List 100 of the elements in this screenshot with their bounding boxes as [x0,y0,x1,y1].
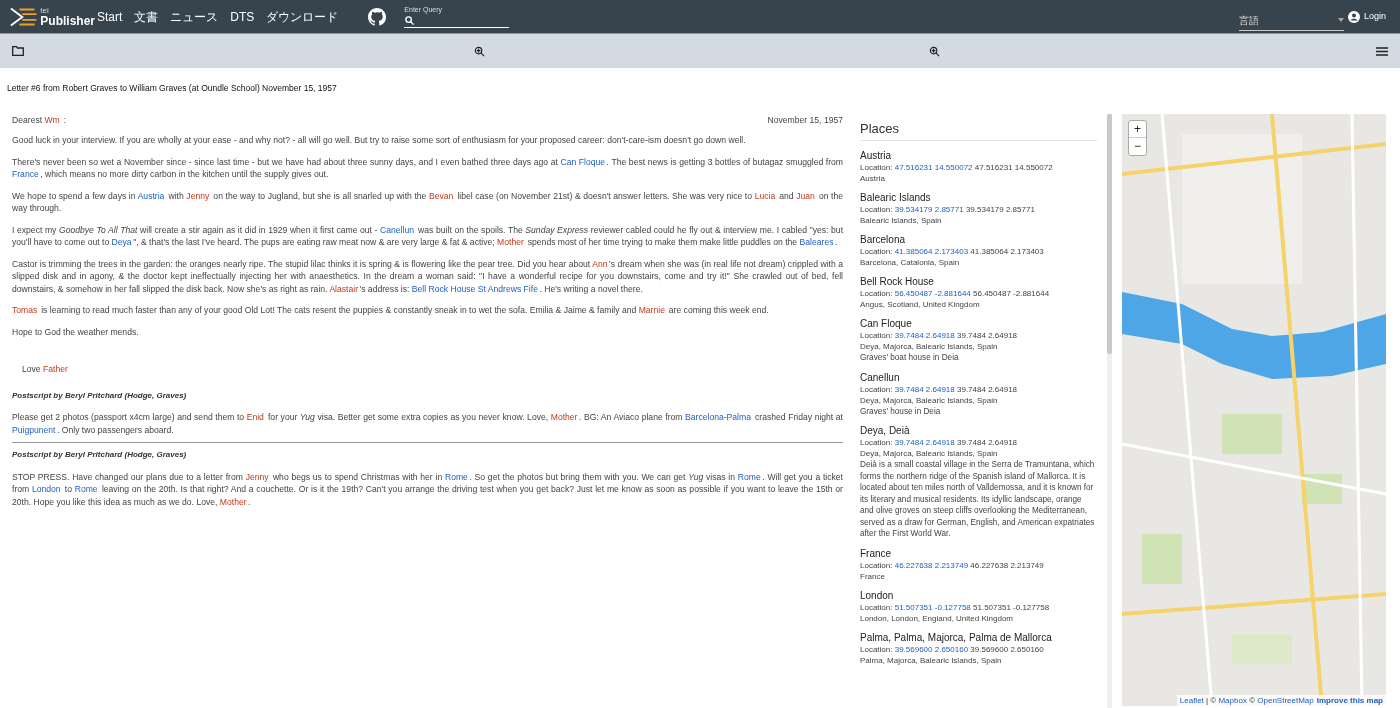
nav-link[interactable]: DTS [230,7,255,26]
person-link[interactable]: Mother [497,237,524,248]
nav-link[interactable]: ニュース [170,7,219,26]
logo-text: Publisher [40,14,95,27]
place-description: Deià is a small coastal village in the Serra de Tramuntana, which forms the northern ridge of the Spanish island of Mallorca. It is located about ten miles north of Valldemossa, and it is known for its literary and musical residents. Its idyllic landscape, orange and olive groves on steep cliffs overlooking the Mediterranean, served as a draw for German, English, and American expatriates after the First World War. [860,459,1096,540]
letter-paragraph: We hope to spend a few days in Austria with Jenny on the way to Jugland, but she is all snarled up with the Bevan libel case (on November 21st) & doesn't answer letters. She was very nice to Lucia and Juan on the way through. [12,189,843,215]
language-select[interactable]: 言語 [1238,10,1344,31]
document-title: Letter #6 from Robert Graves to William Graves (at Oundle School) November 15, 1957 [6,82,338,95]
place-location: Location: 56.450487 -2.881644 56.450487 -2.881644 [860,288,1051,300]
place-address: Deya, Majorca, Balearic Islands, Spain [860,341,999,353]
attribution-link[interactable]: Leaflet [1179,695,1204,705]
user-icon [1347,10,1360,23]
postscript-heading: Postscript by Beryl Pritchard (Hodge, Graves) [12,389,188,402]
place-link[interactable]: Baleares [799,237,834,248]
place-link[interactable]: Rome [74,484,98,495]
place-name: Palma, Palma, Majorca, Palma de Mallorca [860,630,1053,644]
letter-paragraph: Tomas is learning to read much faster than any of your good Old Lot! The cats resent the puppies & constantly sneak in to wet the sofa. Emilia & Jaime & family and Marnie are coming this week end. [12,304,770,317]
place-name: Bell Rock House [860,275,935,289]
place-link[interactable]: Austria [137,190,165,201]
place-address: London, London, England, United Kingdom [860,612,1014,624]
login-link[interactable]: Login [1363,9,1386,24]
person-link[interactable]: Marnie [638,305,665,316]
nav-link[interactable]: 文書 [134,7,159,26]
person-link[interactable]: Jenny [186,190,210,201]
salutation: Dearest Wm : [12,113,67,127]
person-link[interactable]: Father [43,364,68,375]
place-link[interactable]: Barcelona-Palma [685,412,751,423]
logo-icon [10,5,39,28]
coordinates-link[interactable]: 39.569600 2.650160 [894,644,969,654]
place-link[interactable]: Canellun [380,224,414,235]
place-name: Balearic Islands [860,191,932,205]
place-name: France [860,546,893,560]
letter-paragraph: Castor is trimming the trees in the garden: the oranges nearly ripe. The stupid lilac thinks it is spring & is flowering like the pear tree. Did you hear about Ann 's dream when she was (in real life not dream) crippled with a slipped disk and in agony, & the doctor kept ineffectually injecting her with anaesthetics. In the dream a woman said: "I have a wonderful recipe for you downstairs, come and try it!" She crawled out of bed, fell downstairs, & somehow in her fall slipped the disk back. Now she's as right as rain. Alastair 's address is: Bell Rock House St Andrews Fife . He's writing a novel there. [12,257,843,296]
attribution-text: © [1248,695,1257,705]
zoom-in-icon[interactable] [929,45,940,57]
place-link[interactable]: Can Floque [560,156,606,167]
place-location: Location: 39.7484 2.64918 39.7484 2.64918 [860,437,1019,449]
person-link[interactable]: Wm [44,114,60,125]
place-address: Austria [860,173,886,185]
place-location: Location: 51.507351 -0.127758 51.507351 -0.127758 [860,601,1051,613]
person-link[interactable]: Alastair [329,283,359,294]
attribution-link[interactable]: Mapbox [1218,695,1247,705]
place-address: Barcelona, Catalonia, Spain [860,257,961,269]
place-link[interactable]: London [31,484,61,495]
menu-icon[interactable] [1376,46,1388,56]
place-link[interactable]: Rome [444,471,468,482]
caret-icon [1337,18,1344,22]
letter-date: November 15, 1957 [767,113,843,127]
person-link[interactable]: Tomas [12,305,38,316]
folder-icon[interactable] [12,46,24,56]
github-icon[interactable] [368,7,387,26]
person-link[interactable]: Lucia [754,190,776,201]
attribution-text: | © [1205,695,1218,705]
coordinates-link[interactable]: 39.7484 2.64918 [894,384,955,394]
place-link[interactable]: France [12,169,39,180]
place-name: Canellun [860,370,901,384]
coordinates-link[interactable]: 39.7484 2.64918 [894,438,955,448]
place-link[interactable]: Puigpunent [12,424,56,435]
place-address: Balearic Islands, Spain [860,215,943,227]
coordinates-link[interactable]: 47.516231 14.550072 [894,163,973,173]
coordinates-link[interactable]: 51.507351 -0.127758 [894,602,971,612]
postscript-paragraph: STOP PRESS. Have changed our plans due to a letter from Jenny who begs us to spend Christmas with her in Rome . So get the photos but bring them with you. We can get Yug visas in Rome . Will get you a ticket from London to Rome leaving on the 20th. Is that right? And a couchette. Or is it the 19th? Can't you arrange the driving test when you get back? Just let me know as soon as possible if you want to leave the 15th or 20th. Hope you like this idea as much as we do. Love, Mother . [12,470,843,509]
coordinates-link[interactable]: 56.450487 -2.881644 [894,289,971,299]
person-link[interactable]: Mother [550,412,578,423]
place-location: Location: 39.534179 2.85771 39.534179 2.85771 [860,204,1036,216]
place-address: France [860,570,886,582]
place-link[interactable]: Rome [737,471,761,482]
scrollbar[interactable] [1107,113,1112,708]
person-link[interactable]: Enid [246,412,264,423]
person-link[interactable]: Jenny [245,471,269,482]
attribution-link[interactable]: OpenStreetMap [1257,695,1314,705]
letter-paragraph: There's never been so wet a November since - since last time - but we have had about three sunny days, and I even bathed three days ago at Can Floque . The best news is getting 3 bottles of butagaz smuggled from France , which means no more dirty carbon in the kitchen until the supply gives out. [12,155,843,181]
zoom-in-button[interactable]: + [1129,120,1146,138]
person-link[interactable]: Ann [592,258,608,269]
place-location: Location: 41.385064 2.173403 41.385064 2.173403 [860,246,1045,258]
zoom-out-button[interactable]: − [1129,137,1146,155]
coordinates-link[interactable]: 46.227638 2.213749 [894,560,969,570]
coordinates-link[interactable]: 39.7484 2.64918 [894,331,955,341]
places-heading: Places [860,118,1097,142]
map[interactable]: + − Leaflet | © Mapbox © OpenStreetMap Improve this map [1122,113,1386,706]
person-link[interactable]: Juan [796,190,815,201]
place-name: London [860,588,895,602]
search-icon [404,14,416,26]
improve-map-link[interactable]: Improve this map [1316,695,1383,705]
place-link[interactable]: Bell Rock House St Andrews Fife [411,283,538,294]
place-link[interactable]: Deya [111,237,132,248]
person-link[interactable]: Bevan [428,190,454,201]
place-description: Graves' house in Deia [860,405,942,418]
nav-link[interactable]: Start [97,7,123,26]
place-address: Palma, Majorca, Balearic Islands, Spain [860,654,1003,666]
person-link[interactable]: Mother [219,496,247,507]
nav-link[interactable]: ダウンロード [266,7,339,26]
place-location: Location: 39.569600 2.650160 39.569600 2.650160 [860,643,1045,655]
place-address: Deya, Majorca, Balearic Islands, Spain [860,448,999,460]
coordinates-link[interactable]: 39.534179 2.85771 [894,205,964,215]
letter-paragraph: Good luck in your interview. If you are wholly at your ease - and why not? - all will go well. But try to raise some sort of enthusiasm for your proposed career: don't-care-ism doesn't go down well. [12,134,747,147]
coordinates-link[interactable]: 41.385064 2.173403 [894,247,969,257]
place-address: Angus, Scotland, United Kingdom [860,299,981,311]
letter-paragraph: Hope to God the weather mends. [12,325,140,339]
zoom-in-icon[interactable] [474,45,485,57]
